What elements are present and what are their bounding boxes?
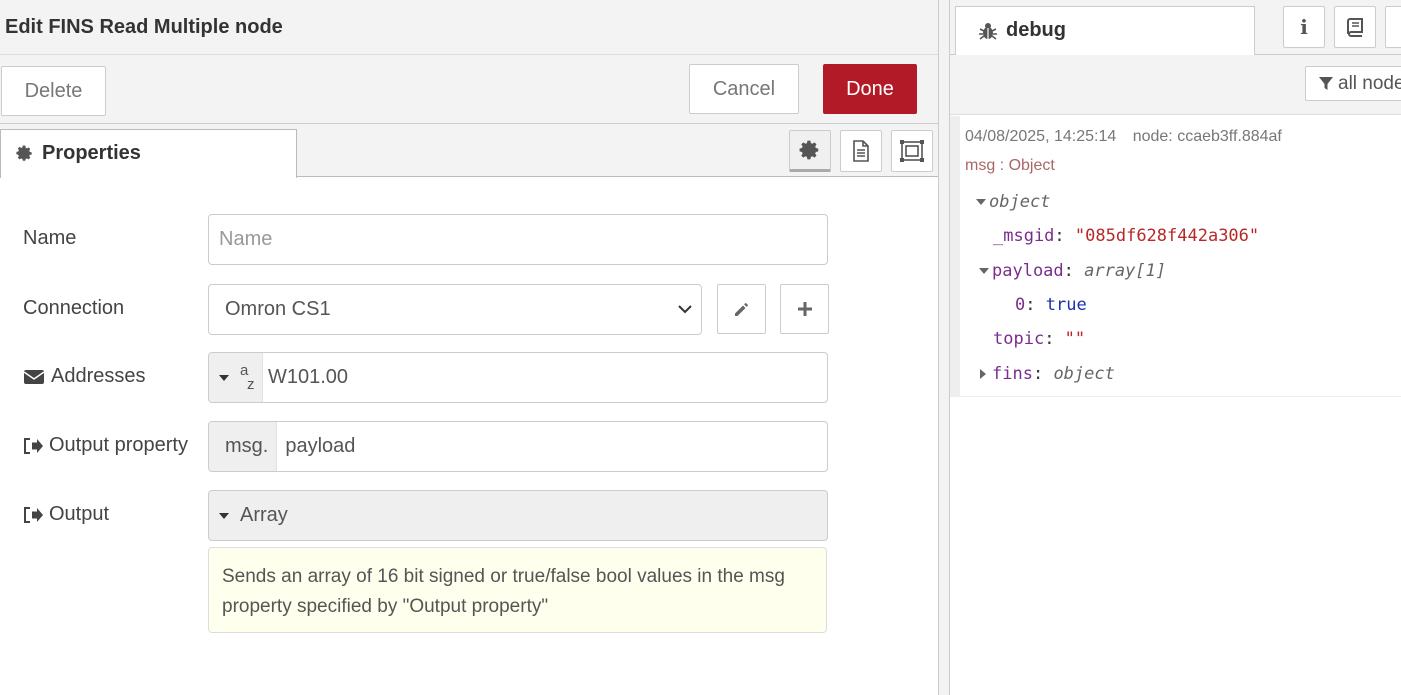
file-text-icon (853, 140, 869, 162)
tree-root[interactable]: object (976, 192, 1050, 212)
caret-right-icon (980, 369, 986, 379)
pencil-icon (734, 303, 748, 316)
addresses-label: Addresses (23, 365, 146, 388)
add-connection-button[interactable] (780, 284, 829, 334)
tree-payload[interactable]: payload: array[1] (979, 261, 1166, 281)
bug-icon (979, 23, 997, 40)
cancel-button[interactable]: Cancel (689, 64, 799, 114)
panel-splitter[interactable] (938, 0, 950, 695)
editor-title: Edit FINS Read Multiple node (0, 0, 938, 55)
debug-toolbar: all nodes (950, 55, 1401, 115)
output-select[interactable]: Array (208, 490, 828, 541)
debug-timestamp: 04/08/2025, 14:25:14 (965, 128, 1117, 145)
debug-sidebar: debug i × all nodes 04/08/2025, 14:25:14… (950, 0, 1401, 695)
string-type-icon: az (240, 361, 255, 393)
output-label: Output (23, 503, 109, 526)
caret-down-icon (219, 512, 229, 519)
done-button[interactable]: Done (823, 64, 917, 114)
output-property-value: payload (285, 435, 356, 457)
tree-msgid: _msgid: "085df628f442a306" (993, 226, 1260, 246)
book-icon (1347, 18, 1363, 37)
node-settings-tab[interactable] (789, 130, 831, 172)
gear-icon (799, 140, 819, 160)
output-value: Array (240, 504, 288, 526)
addresses-type-selector[interactable]: az (209, 353, 263, 402)
sidebar-tabs: debug i × (950, 0, 1401, 56)
tab-debug[interactable]: debug (955, 6, 1255, 56)
output-help-text: Sends an array of 16 bit signed or true/… (208, 547, 827, 633)
delete-button[interactable]: Delete (1, 66, 106, 116)
editor-tabs: Properties (0, 124, 938, 178)
name-input[interactable]: Name (208, 214, 828, 265)
config-tab-button[interactable]: × (1385, 6, 1401, 48)
caret-down-icon (979, 268, 989, 274)
tree-payload-item: 0: true (1015, 295, 1087, 315)
edit-node-panel: Edit FINS Read Multiple node Delete Canc… (0, 0, 938, 695)
connection-select[interactable]: Omron CS1 (208, 284, 702, 335)
filter-label: all nodes (1338, 72, 1401, 94)
tab-properties[interactable]: Properties (0, 129, 297, 178)
info-tab-button[interactable]: i (1283, 6, 1325, 48)
object-group-icon (900, 140, 924, 162)
tab-debug-label: debug (1006, 19, 1066, 41)
chevron-down-icon (678, 305, 692, 314)
edit-connection-button[interactable] (717, 284, 766, 334)
filter-icon (1319, 76, 1333, 90)
envelope-icon (23, 369, 45, 384)
gear-icon (16, 142, 34, 169)
connection-label: Connection (23, 297, 125, 319)
node-description-tab[interactable] (840, 130, 882, 172)
output-property-label: Output property (23, 434, 188, 457)
debug-node-link[interactable]: node: ccaeb3ff.884af (1133, 128, 1282, 145)
debug-topic: msg : Object (965, 157, 1055, 174)
addresses-value: W101.00 (268, 366, 349, 388)
tree-topic: topic: "" (993, 329, 1086, 349)
name-placeholder: Name (219, 228, 273, 250)
addresses-input[interactable]: az W101.00 (208, 352, 828, 403)
connection-value: Omron CS1 (225, 298, 331, 320)
name-label: Name (23, 227, 77, 249)
filter-button[interactable]: all nodes (1305, 66, 1401, 101)
node-appearance-tab[interactable] (891, 130, 933, 172)
debug-message-meta: 04/08/2025, 14:25:14 node: ccaeb3ff.884a… (965, 128, 1282, 146)
help-tab-button[interactable] (1334, 6, 1376, 48)
sign-out-icon (24, 506, 43, 523)
caret-down-icon (219, 374, 229, 381)
caret-down-icon (976, 199, 986, 205)
plus-icon (797, 302, 812, 316)
debug-message: 04/08/2025, 14:25:14 node: ccaeb3ff.884a… (950, 116, 1401, 397)
info-icon: i (1300, 15, 1308, 39)
tree-fins[interactable]: fins: object (980, 364, 1115, 384)
tab-properties-label: Properties (42, 142, 141, 164)
sign-out-icon (24, 437, 43, 454)
output-property-input[interactable]: msg. payload (208, 421, 828, 472)
msg-prefix: msg. (209, 422, 278, 471)
editor-toolbar: Delete Cancel Done (0, 55, 938, 124)
